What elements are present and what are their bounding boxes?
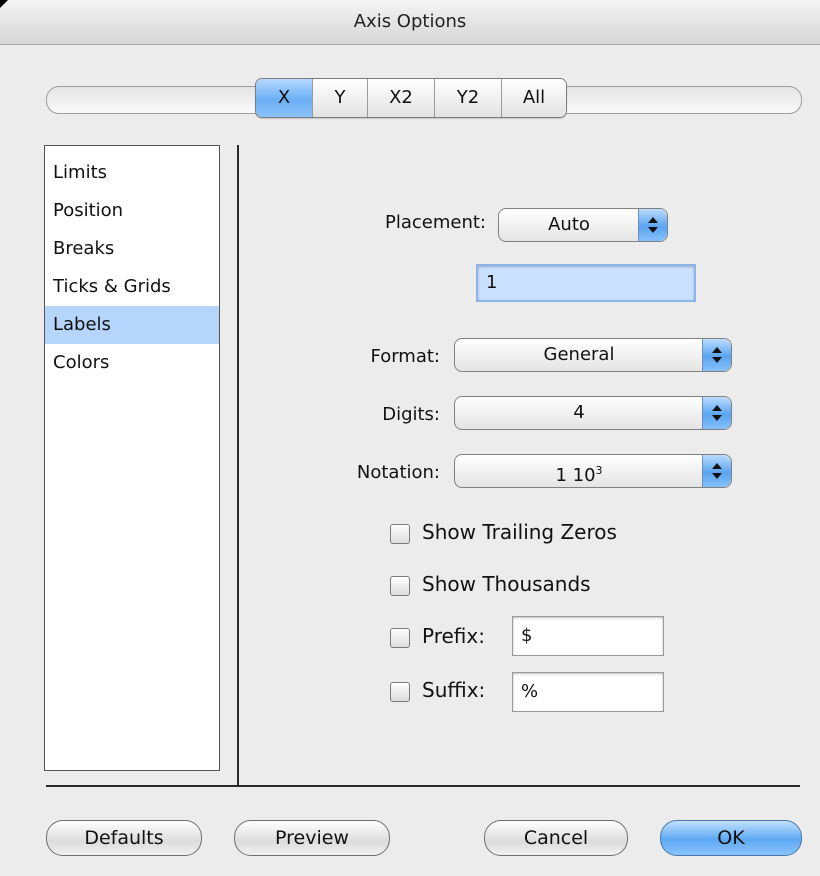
notation-value: 1 103 <box>455 455 703 492</box>
placement-value: Auto <box>548 214 590 235</box>
digits-stepper <box>702 397 731 429</box>
digits-value: 4 <box>573 402 585 423</box>
preview-button[interactable]: Preview <box>234 820 390 856</box>
arrow-down-icon <box>648 227 658 233</box>
ok-button[interactable]: OK <box>660 820 802 856</box>
format-label: Format: <box>370 346 441 367</box>
placement-label: Placement: <box>385 212 486 233</box>
placement-popup[interactable]: Auto <box>498 208 668 242</box>
tab-y[interactable]: Y <box>313 79 368 117</box>
show-trailing-zeros-checkbox[interactable] <box>390 524 410 544</box>
window-title: Axis Options <box>353 11 467 32</box>
arrow-up-icon <box>712 347 722 353</box>
show-thousands-checkbox[interactable] <box>390 576 410 596</box>
show-trailing-zeros-label: Show Trailing Zeros <box>422 520 617 544</box>
placement-value-field[interactable]: 1 <box>476 264 696 302</box>
format-value: General <box>543 344 615 365</box>
notation-stepper <box>702 455 731 487</box>
suffix-label: Suffix: <box>422 678 486 702</box>
arrow-down-icon <box>712 415 722 421</box>
digits-label: Digits: <box>382 404 440 425</box>
format-stepper <box>702 339 731 371</box>
digits-popup[interactable]: 4 <box>454 396 732 430</box>
tab-x[interactable]: X <box>256 79 313 117</box>
suffix-field[interactable]: % <box>512 672 664 712</box>
arrow-down-icon <box>712 357 722 363</box>
horizontal-divider <box>46 785 800 787</box>
placement-stepper <box>638 209 667 241</box>
prefix-checkbox[interactable] <box>390 628 410 648</box>
sidebar-item-limits[interactable]: Limits <box>45 154 219 192</box>
category-list: Limits Position Breaks Ticks & Grids Lab… <box>44 145 220 771</box>
tab-x2[interactable]: X2 <box>368 79 435 117</box>
sidebar-item-breaks[interactable]: Breaks <box>45 230 219 268</box>
notation-value-exponent: 3 <box>595 464 603 477</box>
vertical-divider <box>237 145 239 786</box>
sidebar-item-ticks-grids[interactable]: Ticks & Grids <box>45 268 219 306</box>
defaults-button[interactable]: Defaults <box>46 820 202 856</box>
arrow-up-icon <box>648 217 658 223</box>
axis-tabs: X Y X2 Y2 All <box>255 78 567 118</box>
format-popup[interactable]: General <box>454 338 732 372</box>
arrow-up-icon <box>712 405 722 411</box>
title-bar: Axis Options <box>0 0 820 45</box>
sidebar-item-position[interactable]: Position <box>45 192 219 230</box>
prefix-field[interactable]: $ <box>512 616 664 656</box>
arrow-up-icon <box>712 463 722 469</box>
sidebar-item-labels[interactable]: Labels <box>45 306 219 344</box>
tab-y2[interactable]: Y2 <box>435 79 502 117</box>
cancel-button[interactable]: Cancel <box>484 820 628 856</box>
notation-popup[interactable]: 1 103 <box>454 454 732 488</box>
arrow-down-icon <box>712 473 722 479</box>
tab-all[interactable]: All <box>502 79 566 117</box>
show-thousands-label: Show Thousands <box>422 572 591 596</box>
suffix-checkbox[interactable] <box>390 682 410 702</box>
prefix-label: Prefix: <box>422 624 485 648</box>
notation-label: Notation: <box>356 462 440 483</box>
sidebar-item-colors[interactable]: Colors <box>45 344 219 382</box>
notation-value-base: 1 10 <box>555 465 596 486</box>
